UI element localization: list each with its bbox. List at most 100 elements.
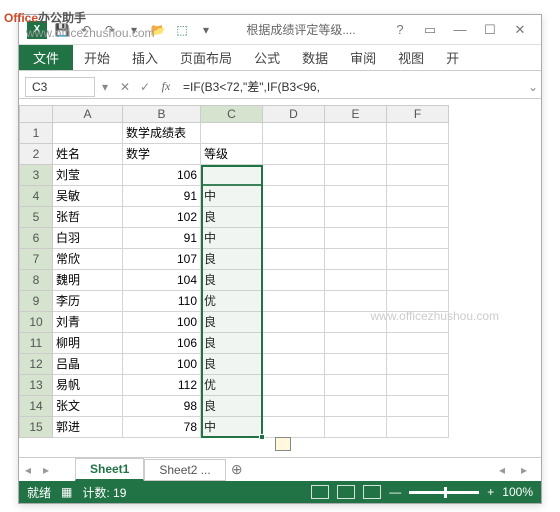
- col-header-f[interactable]: F: [387, 105, 449, 123]
- cell[interactable]: 良: [201, 165, 263, 186]
- cell[interactable]: 中: [201, 186, 263, 207]
- cell[interactable]: 良: [201, 249, 263, 270]
- cell[interactable]: 中: [201, 228, 263, 249]
- tab-data[interactable]: 数据: [291, 45, 339, 70]
- cell[interactable]: [325, 354, 387, 375]
- cell[interactable]: [325, 186, 387, 207]
- row-header[interactable]: 7: [19, 249, 53, 270]
- row-header[interactable]: 10: [19, 312, 53, 333]
- close-button[interactable]: ✕: [507, 19, 533, 41]
- cell[interactable]: 良: [201, 207, 263, 228]
- cell[interactable]: 李历: [53, 291, 123, 312]
- cell[interactable]: 吕晶: [53, 354, 123, 375]
- cell[interactable]: 易帆: [53, 375, 123, 396]
- row-header[interactable]: 4: [19, 186, 53, 207]
- cell[interactable]: [325, 417, 387, 438]
- cell[interactable]: 刘青: [53, 312, 123, 333]
- cell[interactable]: [263, 333, 325, 354]
- cell[interactable]: 良: [201, 270, 263, 291]
- cell[interactable]: [263, 417, 325, 438]
- tab-home[interactable]: 开始: [73, 45, 121, 70]
- cell[interactable]: [263, 144, 325, 165]
- row-header[interactable]: 8: [19, 270, 53, 291]
- zoom-in-button[interactable]: +: [487, 485, 494, 499]
- name-box[interactable]: C3: [25, 77, 95, 97]
- cell[interactable]: 102: [123, 207, 201, 228]
- cell[interactable]: [263, 186, 325, 207]
- cell[interactable]: 魏明: [53, 270, 123, 291]
- cell[interactable]: [325, 396, 387, 417]
- row-header[interactable]: 1: [19, 123, 53, 144]
- paste-options-icon[interactable]: [275, 437, 291, 451]
- tab-formulas[interactable]: 公式: [243, 45, 291, 70]
- col-header-c[interactable]: C: [201, 105, 263, 123]
- zoom-slider[interactable]: [409, 491, 479, 494]
- cell[interactable]: [263, 312, 325, 333]
- cell[interactable]: 常欣: [53, 249, 123, 270]
- cell[interactable]: [53, 123, 123, 144]
- tab-view[interactable]: 视图: [387, 45, 435, 70]
- cell[interactable]: 110: [123, 291, 201, 312]
- cell[interactable]: 98: [123, 396, 201, 417]
- row-header[interactable]: 11: [19, 333, 53, 354]
- cell[interactable]: [263, 354, 325, 375]
- view-normal-icon[interactable]: [311, 485, 329, 499]
- cell[interactable]: [387, 249, 449, 270]
- help-icon[interactable]: ?: [387, 19, 413, 41]
- hscroll-right-icon[interactable]: ▸: [515, 463, 533, 477]
- cell[interactable]: 78: [123, 417, 201, 438]
- cell[interactable]: [387, 165, 449, 186]
- sheet-tab-2[interactable]: Sheet2 ...: [144, 459, 225, 481]
- cell[interactable]: [325, 249, 387, 270]
- col-header-b[interactable]: B: [123, 105, 201, 123]
- cell[interactable]: [263, 207, 325, 228]
- cell[interactable]: 郭进: [53, 417, 123, 438]
- cell[interactable]: [387, 333, 449, 354]
- cell[interactable]: 数学: [123, 144, 201, 165]
- row-header[interactable]: 13: [19, 375, 53, 396]
- row-header[interactable]: 3: [19, 165, 53, 186]
- new-sheet-button[interactable]: ⊕: [226, 461, 248, 478]
- cell[interactable]: 白羽: [53, 228, 123, 249]
- row-header[interactable]: 14: [19, 396, 53, 417]
- cell[interactable]: 91: [123, 228, 201, 249]
- cell[interactable]: [263, 165, 325, 186]
- cell[interactable]: [325, 165, 387, 186]
- cell[interactable]: [387, 354, 449, 375]
- cell[interactable]: [263, 270, 325, 291]
- maximize-button[interactable]: ☐: [477, 19, 503, 41]
- formula-input[interactable]: =IF(B3<72,"差",IF(B3<96,: [177, 76, 525, 97]
- cell[interactable]: [325, 207, 387, 228]
- cell[interactable]: [387, 186, 449, 207]
- cell[interactable]: 优: [201, 375, 263, 396]
- macro-record-icon[interactable]: ▦: [61, 485, 72, 499]
- tab-page-layout[interactable]: 页面布局: [169, 45, 243, 70]
- view-page-break-icon[interactable]: [363, 485, 381, 499]
- cancel-formula-icon[interactable]: ✕: [115, 80, 135, 94]
- cell[interactable]: [325, 228, 387, 249]
- cell[interactable]: [387, 417, 449, 438]
- view-page-layout-icon[interactable]: [337, 485, 355, 499]
- cell[interactable]: 姓名: [53, 144, 123, 165]
- minimize-button[interactable]: —: [447, 19, 473, 41]
- cell[interactable]: 良: [201, 333, 263, 354]
- cell[interactable]: 良: [201, 312, 263, 333]
- fx-icon[interactable]: fx: [155, 79, 177, 94]
- cell[interactable]: [263, 291, 325, 312]
- row-header[interactable]: 2: [19, 144, 53, 165]
- cell[interactable]: [263, 396, 325, 417]
- zoom-level[interactable]: 100%: [502, 485, 533, 499]
- select-all-triangle[interactable]: [19, 105, 53, 123]
- tab-insert[interactable]: 插入: [121, 45, 169, 70]
- formula-expand-icon[interactable]: ⌄: [525, 80, 541, 94]
- cell[interactable]: 刘莹: [53, 165, 123, 186]
- row-header[interactable]: 9: [19, 291, 53, 312]
- cell[interactable]: 数学成绩表: [123, 123, 201, 144]
- row-header[interactable]: 5: [19, 207, 53, 228]
- cell[interactable]: 张哲: [53, 207, 123, 228]
- cell[interactable]: [325, 123, 387, 144]
- ribbon-options-icon[interactable]: ▭: [417, 19, 443, 41]
- col-header-a[interactable]: A: [53, 105, 123, 123]
- file-tab[interactable]: 文件: [19, 45, 73, 70]
- cell[interactable]: 中: [201, 417, 263, 438]
